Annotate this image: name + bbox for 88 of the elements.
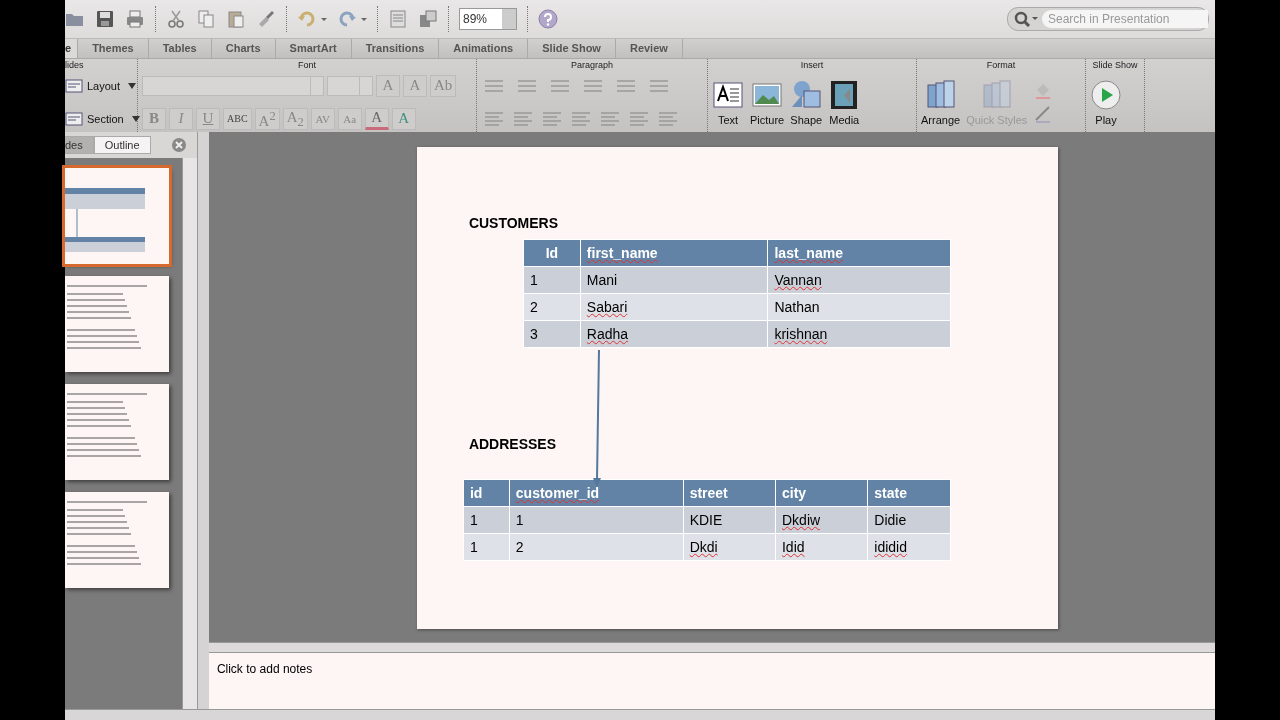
search-field[interactable]: Search in Presentation xyxy=(1007,7,1209,31)
format-button[interactable]: A$^{2}$ xyxy=(254,107,280,130)
table-header: customer_id xyxy=(509,479,684,507)
notes-field[interactable]: Click to add notes xyxy=(214,661,519,677)
table-cell: KDIE xyxy=(683,506,776,534)
table-cell: 2 xyxy=(523,293,581,321)
format-button[interactable]: AV xyxy=(310,107,335,130)
play-button[interactable]: Play xyxy=(1090,78,1122,126)
caret-icon xyxy=(128,82,137,89)
arrange-icon xyxy=(924,78,957,111)
insert-button[interactable]: Shape xyxy=(790,78,823,126)
table-cell: Radha xyxy=(580,320,768,348)
ribbon-tab[interactable]: e xyxy=(65,39,79,58)
print-icon[interactable] xyxy=(125,9,145,29)
copy-icon[interactable] xyxy=(196,9,216,29)
format-button[interactable]: Aa xyxy=(337,107,362,130)
insert-button[interactable]: Media xyxy=(828,78,861,126)
font-name-field[interactable] xyxy=(142,75,324,96)
table-cell: 1 xyxy=(463,506,510,534)
font-button[interactable]: A xyxy=(403,74,427,97)
menu-button[interactable]: Layout xyxy=(65,77,137,94)
pane-tab[interactable]: des xyxy=(65,136,94,154)
group-title: Slide Show xyxy=(1091,59,1139,72)
table-header: last_name xyxy=(767,239,951,267)
table-cell: Didie xyxy=(867,506,951,534)
group-title: lides xyxy=(65,59,85,72)
close-icon[interactable] xyxy=(170,137,187,153)
group-title: Paragraph xyxy=(570,59,614,72)
format-button[interactable]: U xyxy=(196,107,220,130)
normal-view-icon[interactable] xyxy=(418,9,438,29)
group-title: Font xyxy=(297,59,317,72)
font-size-field[interactable] xyxy=(327,75,373,96)
table-header: first_name xyxy=(580,239,768,267)
format-button[interactable]: A xyxy=(364,107,389,130)
table-header: id xyxy=(463,479,510,507)
table-cell: krishnan xyxy=(767,320,951,348)
table-cell: ididid xyxy=(867,533,951,561)
group-title: Format xyxy=(985,59,1017,72)
format-button[interactable]: I xyxy=(169,107,193,130)
pane-tab[interactable]: Outline xyxy=(93,136,151,154)
slide-heading: CUSTOMERS xyxy=(468,215,559,231)
slide-thumbnail[interactable] xyxy=(65,276,169,372)
table-header: state xyxy=(867,479,951,507)
paste-icon[interactable] xyxy=(226,9,246,29)
help-icon[interactable] xyxy=(538,9,558,29)
group-title: Insert xyxy=(799,59,825,72)
table-cell: Vannan xyxy=(767,266,951,294)
format-button[interactable]: ABC xyxy=(223,107,252,130)
table-cell: Dkdiw xyxy=(775,506,868,534)
undo-icon[interactable] xyxy=(297,9,327,29)
styles-icon xyxy=(980,78,1013,111)
insert-button[interactable]: Text xyxy=(712,78,744,126)
slide-thumbnail[interactable] xyxy=(65,492,169,588)
layout-icon xyxy=(65,77,83,94)
caret-icon xyxy=(131,115,140,122)
scrollbar[interactable] xyxy=(181,158,197,709)
cut-icon[interactable] xyxy=(166,9,186,29)
table-cell: Nathan xyxy=(767,293,951,321)
table-cell: Idid xyxy=(775,533,868,561)
play-icon xyxy=(1090,78,1122,111)
table-cell: Sabari xyxy=(580,293,768,321)
insert-button[interactable]: Picture xyxy=(750,78,785,126)
table-header: Id xyxy=(523,239,581,267)
font-button[interactable]: Ab xyxy=(430,74,457,97)
shape-icon xyxy=(790,78,823,111)
table-cell: Mani xyxy=(580,266,768,294)
table-cell: Dkdi xyxy=(683,533,776,561)
table-cell: 1 xyxy=(509,506,684,534)
format-button[interactable]: A$_{2}$ xyxy=(282,107,308,130)
section-icon xyxy=(65,110,83,127)
slide-thumbnail[interactable] xyxy=(65,384,169,480)
zoom-field[interactable]: 89% xyxy=(459,8,517,30)
table-header: city xyxy=(775,479,868,507)
font-button[interactable]: A xyxy=(376,74,400,97)
table-cell: 2 xyxy=(509,533,684,561)
table-cell: 1 xyxy=(523,266,581,294)
redo-icon[interactable] xyxy=(337,9,367,29)
table-header: street xyxy=(683,479,776,507)
slide-thumbnail[interactable] xyxy=(65,168,169,264)
notes-splitter[interactable] xyxy=(208,642,1215,653)
table-cell: 3 xyxy=(523,320,581,348)
table-cell: 1 xyxy=(463,533,510,561)
slide-heading: ADDRESSES xyxy=(468,436,556,452)
format-button[interactable]: A xyxy=(391,107,416,130)
menu-button[interactable]: Section xyxy=(65,110,140,127)
slide-sorter-icon[interactable] xyxy=(388,9,408,29)
save-icon[interactable] xyxy=(95,9,115,29)
format-button[interactable]: Arrange xyxy=(921,78,961,126)
